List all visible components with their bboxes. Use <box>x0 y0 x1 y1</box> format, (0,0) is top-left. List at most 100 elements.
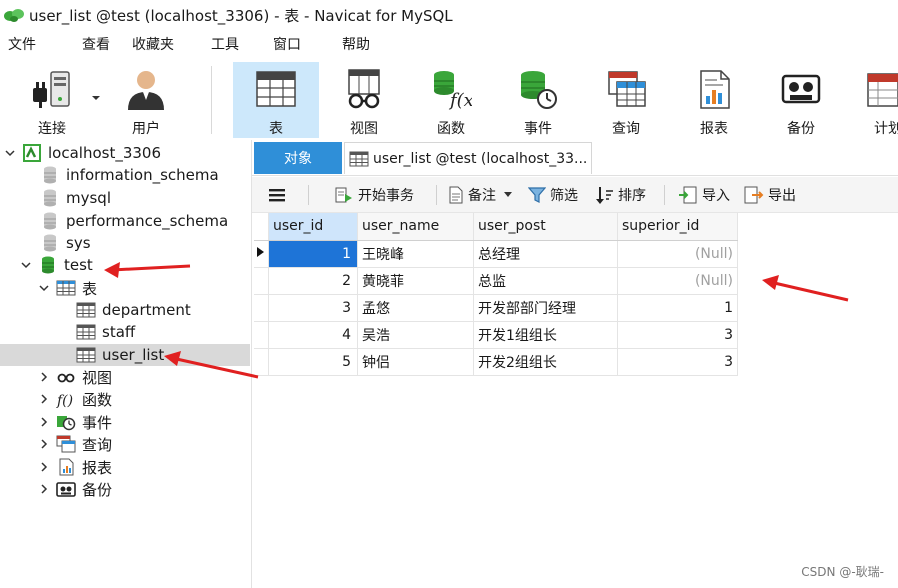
tree-table-staff[interactable]: staff <box>0 321 250 343</box>
toolbar-separator <box>436 185 437 205</box>
report-button[interactable]: 报表 <box>679 62 749 138</box>
menu-tools[interactable]: 工具 <box>203 30 247 60</box>
chevron-right-icon[interactable] <box>38 438 50 450</box>
cell-superior-id[interactable]: 3 <box>617 321 738 349</box>
column-header-user-id[interactable]: user_id <box>268 213 358 241</box>
cell-user-name[interactable]: 吴浩 <box>357 321 474 349</box>
column-header-superior-id[interactable]: superior_id <box>617 213 738 241</box>
chevron-right-icon[interactable] <box>38 371 50 383</box>
memo-button[interactable]: 备注 <box>448 183 512 207</box>
connect-button[interactable]: 连接 <box>14 62 90 138</box>
filter-funnel-icon <box>528 186 546 204</box>
backup-label: 备份 <box>787 121 815 137</box>
tab-objects[interactable]: 对象 <box>254 142 342 174</box>
cell-user-post[interactable]: 开发部部门经理 <box>473 294 618 322</box>
table-row[interactable]: 2 黄晓菲 总监 (Null) <box>254 267 738 295</box>
menu-view[interactable]: 查看 <box>60 30 120 60</box>
table-row[interactable]: 4 吴浩 开发1组组长 3 <box>254 321 738 349</box>
user-button[interactable]: 用户 <box>110 62 182 138</box>
svg-text:f(x): f(x) <box>448 90 472 110</box>
caret-down-icon[interactable] <box>504 192 512 198</box>
cell-user-id[interactable]: 1 <box>268 240 358 268</box>
tree-db-mysql[interactable]: mysql <box>0 187 250 209</box>
import-button[interactable]: 导入 <box>678 183 730 207</box>
cell-user-post[interactable]: 开发2组组长 <box>473 348 618 376</box>
menu-hamburger-button[interactable] <box>268 183 290 207</box>
cell-superior-id[interactable]: (Null) <box>617 267 738 295</box>
table-row[interactable]: 1 王晓峰 总经理 (Null) <box>254 240 738 268</box>
tree-group-views[interactable]: 视图 <box>0 366 250 388</box>
event-label: 事件 <box>524 121 552 137</box>
sort-button[interactable]: 排序 <box>596 183 646 207</box>
group-label: 函数 <box>82 390 113 409</box>
chevron-right-icon[interactable] <box>38 461 50 473</box>
chevron-down-icon[interactable] <box>20 259 32 271</box>
function-label: 函数 <box>437 121 465 137</box>
begin-transaction-label: 开始事务 <box>358 188 414 204</box>
cell-user-id[interactable]: 2 <box>268 267 358 295</box>
tree-group-functions[interactable]: f() 函数 <box>0 388 250 410</box>
event-button[interactable]: 事件 <box>503 62 573 138</box>
table-button[interactable]: 表 <box>233 62 319 138</box>
filter-button[interactable]: 筛选 <box>528 183 578 207</box>
tree-connection-localhost[interactable]: localhost_3306 <box>0 142 250 164</box>
import-label: 导入 <box>702 188 730 204</box>
column-header-user-name[interactable]: user_name <box>357 213 474 241</box>
table-row[interactable]: 3 孟悠 开发部部门经理 1 <box>254 294 738 322</box>
chevron-down-icon[interactable] <box>38 282 50 294</box>
table-name: staff <box>102 323 136 341</box>
query-icon <box>56 435 76 453</box>
cell-user-post[interactable]: 总监 <box>473 267 618 295</box>
memo-label: 备注 <box>468 188 496 204</box>
menu-help[interactable]: 帮助 <box>334 30 378 60</box>
tree-group-events[interactable]: 事件 <box>0 411 250 433</box>
query-icon <box>603 66 649 112</box>
schedule-button[interactable]: 计划 <box>856 62 898 138</box>
cell-user-post[interactable]: 开发1组组长 <box>473 321 618 349</box>
tree-group-reports[interactable]: 报表 <box>0 456 250 478</box>
tree-db-test[interactable]: test <box>0 254 250 276</box>
table-icon <box>76 323 96 341</box>
tree-db-performance-schema[interactable]: performance_schema <box>0 210 250 232</box>
menu-window[interactable]: 窗口 <box>265 30 309 60</box>
chevron-right-icon[interactable] <box>38 483 50 495</box>
annotation-arrow-superior-id <box>762 275 849 302</box>
backup-button[interactable]: 备份 <box>766 62 836 138</box>
cell-superior-id[interactable]: 1 <box>617 294 738 322</box>
function-button[interactable]: f(x) 函数 <box>416 62 486 138</box>
cell-user-id[interactable]: 4 <box>268 321 358 349</box>
tree-group-queries[interactable]: 查询 <box>0 433 250 455</box>
cell-user-name[interactable]: 孟悠 <box>357 294 474 322</box>
row-indicator <box>254 321 269 349</box>
cell-user-name[interactable]: 王晓峰 <box>357 240 474 268</box>
query-button[interactable]: 查询 <box>591 62 661 138</box>
begin-transaction-button[interactable]: 开始事务 <box>334 183 414 207</box>
table-row[interactable]: 5 钟侣 开发2组组长 3 <box>254 348 738 376</box>
cell-superior-id[interactable]: 3 <box>617 348 738 376</box>
menu-favorites[interactable]: 收藏夹 <box>124 30 182 60</box>
connect-dropdown-caret-icon[interactable] <box>92 96 100 100</box>
tree-group-backups[interactable]: 备份 <box>0 478 250 500</box>
main-toolbar: 连接 用户 表 视图 f(函数 事件 查询 报表 备份 计划 <box>0 60 898 140</box>
tree-db-information-schema[interactable]: information_schema <box>0 164 250 186</box>
table-name: department <box>102 301 191 319</box>
chevron-right-icon[interactable] <box>38 416 50 428</box>
tree-table-department[interactable]: department <box>0 299 250 321</box>
chevron-right-icon[interactable] <box>38 393 50 405</box>
column-header-user-post[interactable]: user_post <box>473 213 618 241</box>
tab-user-list[interactable]: user_list @test (localhost_33... <box>344 142 592 174</box>
cell-user-name[interactable]: 黄晓菲 <box>357 267 474 295</box>
tree-table-user-list[interactable]: user_list <box>0 344 250 366</box>
cell-user-name[interactable]: 钟侣 <box>357 348 474 376</box>
cell-user-id[interactable]: 3 <box>268 294 358 322</box>
cell-user-id[interactable]: 5 <box>268 348 358 376</box>
view-button[interactable]: 视图 <box>329 62 399 138</box>
tree-db-sys[interactable]: sys <box>0 232 250 254</box>
report-icon <box>691 66 737 112</box>
cell-superior-id[interactable]: (Null) <box>617 240 738 268</box>
tree-group-tables[interactable]: 表 <box>0 277 250 299</box>
export-button[interactable]: 导出 <box>744 183 796 207</box>
cell-user-post[interactable]: 总经理 <box>473 240 618 268</box>
chevron-down-icon[interactable] <box>4 147 16 159</box>
menu-file[interactable]: 文件 <box>0 30 46 60</box>
